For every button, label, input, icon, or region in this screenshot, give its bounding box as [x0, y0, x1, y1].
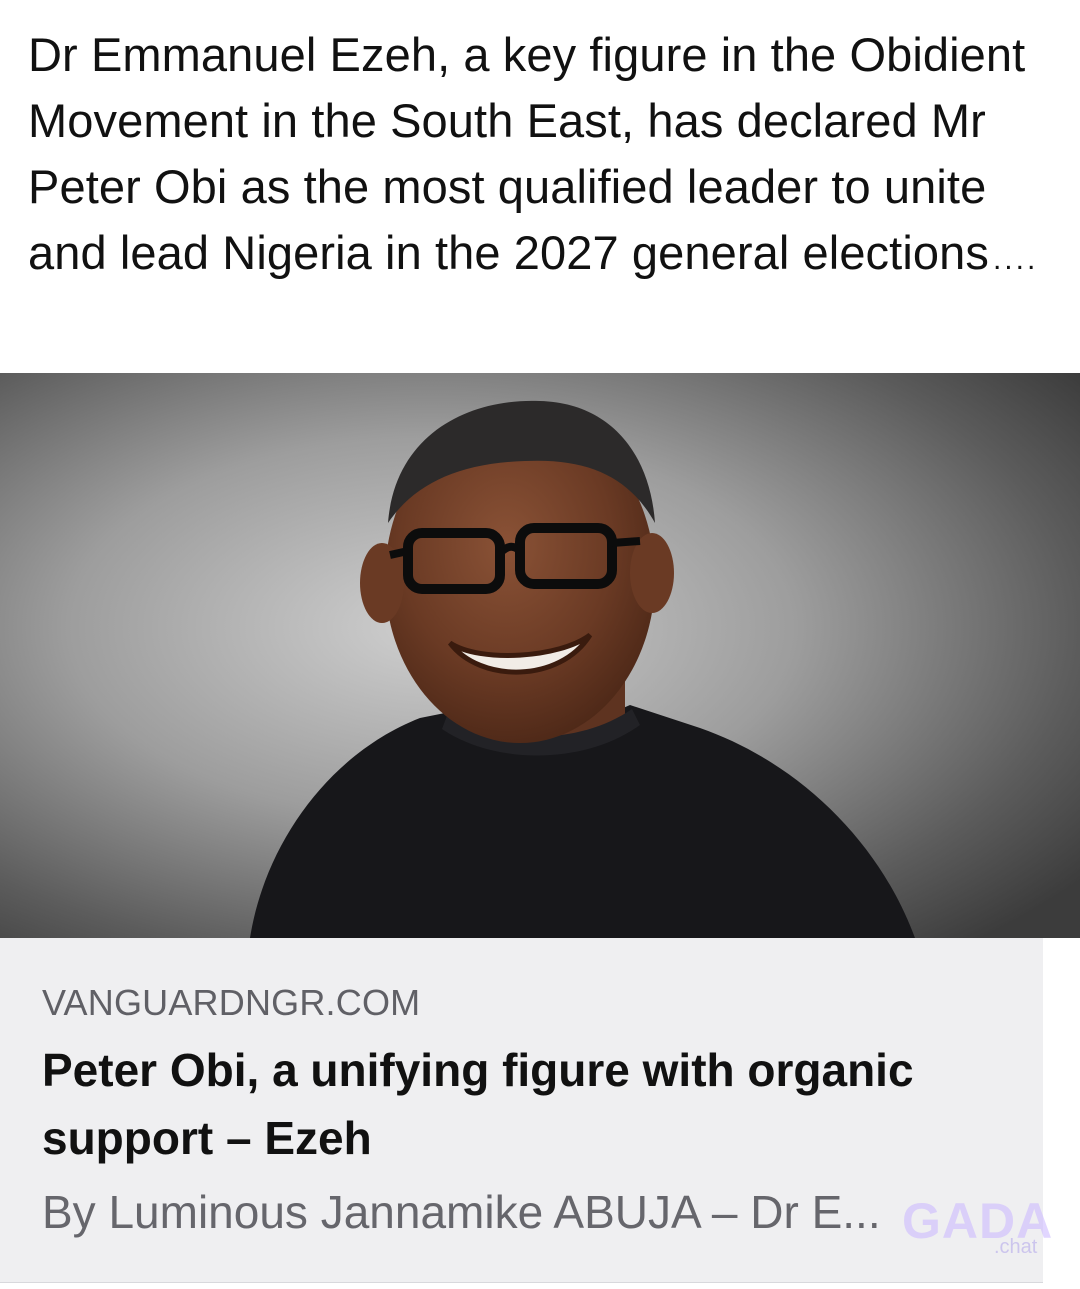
- see-more-ellipsis[interactable]: ....: [993, 243, 1038, 276]
- post-text: Dr Emmanuel Ezeh, a key figure in the Ob…: [28, 28, 1026, 279]
- article-photo[interactable]: [0, 373, 1080, 938]
- link-preview-meta[interactable]: VANGUARDNGR.COM Peter Obi, a unifying fi…: [0, 938, 1043, 1283]
- post-body-text: Dr Emmanuel Ezeh, a key figure in the Ob…: [28, 22, 1058, 293]
- facebook-post: Dr Emmanuel Ezeh, a key figure in the Ob…: [0, 0, 1080, 1289]
- article-snippet: By Luminous Jannamike ABUJA – Dr E...: [42, 1186, 881, 1238]
- portrait-image: [0, 373, 1080, 938]
- source-domain: VANGUARDNGR.COM: [42, 982, 421, 1023]
- gada-watermark-logo: GADA .chat: [902, 1192, 1052, 1262]
- article-headline[interactable]: Peter Obi, a unifying figure with organi…: [42, 1036, 1032, 1172]
- watermark-sub: .chat: [994, 1236, 1038, 1258]
- link-preview-card[interactable]: VANGUARDNGR.COM Peter Obi, a unifying fi…: [0, 373, 1080, 1289]
